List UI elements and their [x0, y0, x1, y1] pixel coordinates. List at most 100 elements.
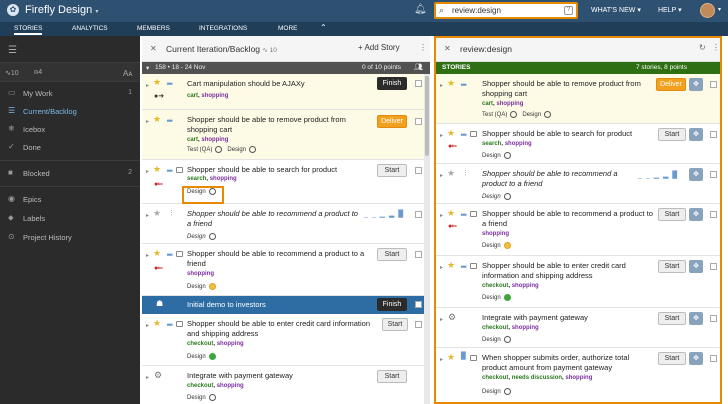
- collapse-up-icon[interactable]: ⌃: [320, 23, 327, 32]
- sidebar-item-labels[interactable]: ⬥ Labels: [0, 211, 140, 227]
- estimate-icon: ▂: [167, 319, 173, 326]
- select-checkbox[interactable]: [415, 167, 422, 174]
- finish-button[interactable]: Finish: [377, 298, 407, 311]
- project-tabs: STORIES ANALYTICS MEMBERS INTEGRATIONS M…: [0, 22, 728, 36]
- sidebar-item-current-backlog[interactable]: ☰ Current/Backlog: [0, 104, 140, 120]
- more-options-icon[interactable]: ⋮: [419, 43, 427, 52]
- story-row[interactable]: ▸ ★ ▂ ●⇐ Shopper should be able to recomm…: [142, 244, 430, 296]
- tab-integrations[interactable]: INTEGRATIONS: [199, 25, 247, 32]
- avatar[interactable]: [700, 3, 715, 18]
- estimate-icon: ▂: [167, 78, 173, 85]
- whats-new-menu[interactable]: WHAT'S NEW ▾: [591, 6, 641, 14]
- iteration-label: 158 • 18 - 24 Nov: [155, 64, 206, 71]
- tracker-logo-icon[interactable]: ✿: [7, 4, 19, 16]
- story-row[interactable]: ▸ ★ ⋮ Shopper should be able to recommend…: [142, 204, 430, 244]
- owner-icon: ●➜: [154, 93, 165, 100]
- sidebar-item-done[interactable]: ✓ Done: [0, 140, 140, 156]
- search-icon: ⌕: [439, 5, 445, 15]
- review-status: Design: [187, 353, 216, 360]
- sidebar-item-blocked[interactable]: ■ Blocked 2: [0, 166, 140, 182]
- feature-star-icon: ★: [153, 248, 162, 258]
- feature-star-icon: ★: [153, 77, 162, 87]
- story-row[interactable]: ▸ ⚙ Integrate with payment gateway check…: [142, 366, 430, 404]
- estimate-icon: ▂: [167, 249, 173, 256]
- select-checkbox[interactable]: [415, 321, 422, 328]
- review-status: Design: [187, 233, 216, 240]
- start-button[interactable]: Start: [382, 318, 408, 331]
- tab-more[interactable]: MORE: [278, 25, 298, 32]
- start-button[interactable]: Start: [377, 248, 407, 261]
- scrollbar[interactable]: [424, 74, 430, 404]
- snowflake-icon: ❄: [8, 124, 15, 133]
- collapse-icon[interactable]: ▾: [146, 64, 149, 72]
- project-title: Firefly Design: [25, 4, 93, 16]
- sidebar-item-my-work[interactable]: ▭ My Work 1: [0, 86, 140, 102]
- members-stat: ⍝4: [34, 69, 43, 76]
- comment-icon: [176, 321, 183, 327]
- story-row[interactable]: ▸ ★ ▂ Shopper should be able to enter cre…: [142, 314, 430, 366]
- story-labels: cart, shopping: [187, 93, 229, 99]
- feature-star-icon: ★: [153, 208, 162, 218]
- list-icon: ☰: [8, 106, 16, 115]
- release-row[interactable]: ☗ Initial demo to investors Finish: [142, 296, 430, 314]
- start-button[interactable]: Start: [377, 370, 407, 383]
- feature-star-icon: ★: [153, 114, 162, 124]
- estimate-icon: ▂: [167, 115, 173, 122]
- story-row[interactable]: ▸ ★ ▂ ●➜ Cart manipulation should be AJAX…: [142, 74, 430, 110]
- panel-title: Current Iteration/Backlog ∿ 10: [166, 44, 277, 54]
- estimate-icon: ⋮: [168, 210, 175, 217]
- close-panel-icon[interactable]: ✕: [150, 44, 157, 53]
- top-bar: ✿ Firefly Design ▾ 🔔︎ ⌕ review:design ? …: [0, 0, 728, 22]
- inbox-icon: ▭: [8, 88, 16, 97]
- select-checkbox[interactable]: [415, 211, 422, 218]
- search-help-icon[interactable]: ?: [564, 6, 573, 15]
- select-checkbox[interactable]: [415, 118, 422, 125]
- design-review-highlight: [182, 186, 224, 204]
- expand-icon: ▸: [146, 119, 150, 125]
- backlog-panel: ✕ Current Iteration/Backlog ∿ 10 + Add S…: [142, 36, 430, 404]
- history-icon: ⊙: [8, 232, 15, 241]
- expand-icon: ▸: [146, 213, 150, 219]
- estimate-icon: ▂: [167, 165, 173, 172]
- blocker-icon: ●⇐: [154, 265, 163, 272]
- sidebar-stats-bar: ∿10 ⍝4 Aᴀ: [0, 62, 140, 82]
- story-row[interactable]: ▸ ★ ▂ Shopper should be able to remove pr…: [142, 110, 430, 160]
- select-checkbox[interactable]: [415, 80, 422, 87]
- check-icon: ✓: [8, 142, 15, 151]
- sidebar-item-project-history[interactable]: ⊙ Project History: [0, 230, 140, 246]
- tag-icon: ⬥: [8, 213, 14, 222]
- help-menu[interactable]: HELP ▾: [658, 6, 682, 14]
- feature-star-icon: ★: [153, 318, 162, 328]
- tab-members[interactable]: MEMBERS: [137, 25, 170, 32]
- review-panel-highlight: [434, 36, 722, 404]
- hamburger-menu-icon[interactable]: ☰: [8, 45, 17, 56]
- sidebar-item-icebox[interactable]: ❄ Icebox: [0, 122, 140, 138]
- tab-analytics[interactable]: ANALYTICS: [72, 25, 108, 32]
- expand-icon: ▸: [146, 375, 150, 381]
- text-size-icon[interactable]: Aᴀ: [123, 69, 132, 78]
- start-button[interactable]: Start: [377, 164, 407, 177]
- velocity-stat: ∿10: [5, 70, 19, 77]
- notifications-bell-icon[interactable]: 🔔︎: [414, 4, 427, 15]
- select-checkbox[interactable]: [415, 301, 422, 308]
- chore-gear-icon: ⚙: [154, 370, 163, 380]
- sidebar-item-epics[interactable]: ◉ Epics: [0, 192, 140, 208]
- estimate-options-icon: _ _ ▁ ▂ ▉: [364, 211, 405, 218]
- review-status: Design: [187, 283, 216, 290]
- search-value: review:design: [452, 6, 501, 15]
- search-input[interactable]: ⌕ review:design ?: [434, 2, 578, 19]
- select-checkbox[interactable]: [415, 251, 422, 258]
- chevron-down-icon: ▾: [95, 9, 99, 15]
- sidebar: ☰ ∿10 ⍝4 Aᴀ ▭ My Work 1 ☰ Current/Backlog ❄…: [0, 36, 140, 404]
- blocker-icon: ●⇐: [154, 181, 163, 188]
- deliver-button[interactable]: Deliver: [377, 115, 407, 128]
- team-icon: 👥︎: [414, 64, 423, 71]
- expand-icon: ▸: [146, 323, 150, 329]
- project-selector[interactable]: Firefly Design ▾: [25, 4, 98, 16]
- expand-icon: ▸: [146, 169, 150, 175]
- finish-button[interactable]: Finish: [377, 77, 407, 90]
- epic-icon: ◉: [8, 194, 15, 203]
- expand-icon: ▸: [146, 83, 150, 89]
- tab-stories[interactable]: STORIES: [14, 25, 43, 35]
- add-story-button[interactable]: + Add Story: [358, 43, 400, 52]
